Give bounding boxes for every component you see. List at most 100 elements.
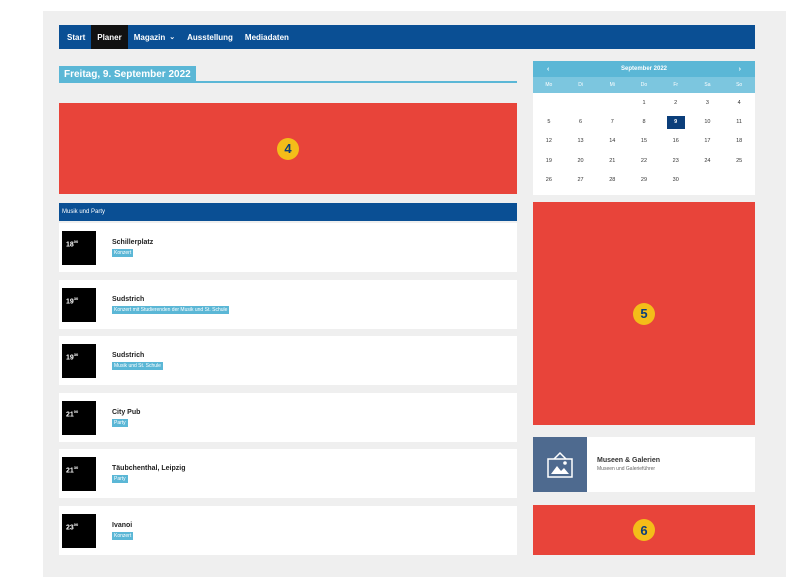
calendar-day[interactable]: 25 [723, 158, 755, 164]
nav-item-ausstellung[interactable]: Ausstellung [181, 25, 239, 49]
calendar-day[interactable]: 11 [723, 119, 755, 125]
calendar-weekdays: Mo Di Mi Do Fr Sa So [533, 77, 755, 93]
event-row[interactable]: 1930 Sudstrich Konzert mit Studierenden … [59, 280, 517, 329]
calendar-day[interactable]: 12 [533, 138, 565, 144]
calendar-day[interactable]: 1 [628, 100, 660, 106]
calendar-day-number: 12 [545, 138, 552, 145]
calendar-day-number: 22 [640, 157, 648, 164]
calendar-day-number: 7 [610, 119, 614, 126]
framed-picture-icon [533, 437, 587, 492]
calendar-day-number: 21 [609, 157, 616, 164]
calendar-day[interactable]: 5 [533, 119, 565, 125]
event-tag[interactable]: Party [112, 418, 128, 427]
chevron-down-icon: ⌄ [169, 34, 176, 41]
calendar-weekday: Di [578, 82, 583, 88]
calendar-day[interactable]: 21 [596, 158, 628, 164]
calendar-day[interactable]: 18 [723, 138, 755, 144]
calendar-day-number: 3 [705, 99, 709, 106]
event-info: Ivanoi Konzert [112, 521, 134, 540]
event-info: City Pub Party [112, 409, 140, 427]
event-venue: Schillerplatz [112, 238, 154, 246]
nav-label: Planer [97, 32, 122, 42]
calendar-day[interactable]: 29 [628, 177, 660, 183]
calendar-day[interactable]: 6 [565, 119, 597, 125]
event-minute: 30 [73, 464, 79, 470]
nav-item-planer[interactable]: Planer [91, 25, 128, 49]
event-row[interactable]: 2130 Täubchenthal, Leipzig Party [59, 449, 517, 498]
event-hour: 19 [66, 297, 74, 305]
calendar-day-number: 28 [609, 177, 616, 184]
calendar-day[interactable]: 2 [660, 100, 692, 106]
event-venue: Ivanoi [112, 521, 133, 529]
event-hour: 23 [66, 523, 74, 531]
calendar-day[interactable]: 22 [628, 158, 660, 164]
calendar-day[interactable]: 27 [565, 177, 597, 183]
calendar-day[interactable]: 16 [660, 138, 692, 144]
calendar-day-number: 18 [736, 138, 743, 145]
event-tag[interactable]: Konzert [112, 248, 134, 257]
event-hour: 21 [66, 410, 74, 418]
calendar-day[interactable]: 24 [692, 158, 724, 164]
calendar-day[interactable]: 26 [533, 177, 565, 183]
nav-item-start[interactable]: Start [61, 25, 91, 49]
event-row[interactable]: 1930 Sudstrich Musik und St. Schule [59, 336, 517, 385]
event-tag[interactable]: Party [112, 474, 128, 483]
calendar-day[interactable]: 10 [692, 119, 724, 125]
calendar-day-number: 24 [704, 157, 711, 164]
ad-banner-top[interactable]: 4 [59, 103, 517, 194]
calendar-weekday: So [736, 82, 743, 88]
museum-teaser[interactable]: Museen & Galerien Museen und Galerieführ… [533, 437, 755, 492]
nav-item-magazin[interactable]: Magazin ⌄ [128, 25, 181, 49]
chevron-left-icon[interactable]: ‹ [547, 66, 549, 73]
calendar-weekday: Sa [704, 82, 711, 88]
event-info: Schillerplatz Konzert [112, 239, 153, 257]
chevron-right-icon[interactable]: › [739, 66, 741, 73]
nav-label: Ausstellung [187, 32, 233, 42]
event-row[interactable]: 1800 Schillerplatz Konzert [59, 223, 517, 272]
calendar-day-number: 2 [674, 99, 678, 106]
calendar-day[interactable]: 20 [565, 158, 597, 164]
event-tag[interactable]: Konzert mit Studierenden der Musik und S… [112, 305, 230, 314]
event-tag[interactable]: Konzert [112, 531, 134, 540]
calendar-weekday: Do [640, 82, 648, 88]
event-hour: 18 [66, 240, 74, 248]
event-venue: City Pub [112, 408, 141, 416]
title-divider [59, 81, 517, 83]
calendar-day[interactable]: 4 [723, 100, 755, 106]
calendar-day[interactable]: 14 [596, 138, 628, 144]
ad-number-badge: 6 [633, 519, 655, 541]
calendar-day[interactable]: 9 [660, 115, 692, 129]
calendar-day[interactable]: 15 [628, 138, 660, 144]
nav-label: Magazin [133, 32, 166, 42]
event-time: 1930 [62, 343, 96, 378]
event-hour: 21 [66, 466, 74, 474]
calendar-day[interactable]: 8 [628, 119, 660, 125]
calendar-days: 1 2 3 4 5 6 7 8 9 10 11 12 13 14 15 16 17 18 19 20 21 22 23 24 2… [533, 93, 755, 190]
event-venue: Sudstrich [112, 295, 145, 303]
calendar-day-number: 10 [704, 119, 711, 126]
calendar-day-selected: 9 [666, 115, 685, 129]
calendar-day-number: 26 [545, 177, 552, 184]
event-minute: 30 [73, 351, 79, 357]
ad-number-badge: 4 [277, 137, 299, 160]
calendar-day[interactable]: 23 [660, 158, 692, 164]
calendar-day[interactable]: 19 [533, 158, 565, 164]
event-venue: Sudstrich [112, 351, 145, 359]
event-row[interactable]: 2100 City Pub Party [59, 393, 517, 442]
calendar-day[interactable]: 30 [660, 177, 692, 183]
event-row[interactable]: 2300 Ivanoi Konzert [59, 506, 517, 555]
ad-banner-side[interactable]: 5 [533, 202, 755, 425]
event-time: 2100 [62, 400, 96, 435]
nav-item-mediadaten[interactable]: Mediadaten [239, 25, 295, 49]
calendar-day[interactable]: 17 [692, 138, 724, 144]
museum-title: Museen & Galerien [597, 457, 661, 464]
calendar-day[interactable]: 13 [565, 138, 597, 144]
nav-label: Mediadaten [244, 32, 289, 42]
calendar-day-number: 1 [642, 99, 646, 106]
ad-banner-bottom[interactable]: 6 [533, 505, 755, 555]
calendar-day-number: 6 [579, 119, 583, 126]
calendar-day[interactable]: 28 [596, 177, 628, 183]
calendar-day[interactable]: 3 [692, 100, 724, 106]
event-tag[interactable]: Musik und St. Schule [112, 361, 163, 370]
calendar-day[interactable]: 7 [596, 119, 628, 125]
